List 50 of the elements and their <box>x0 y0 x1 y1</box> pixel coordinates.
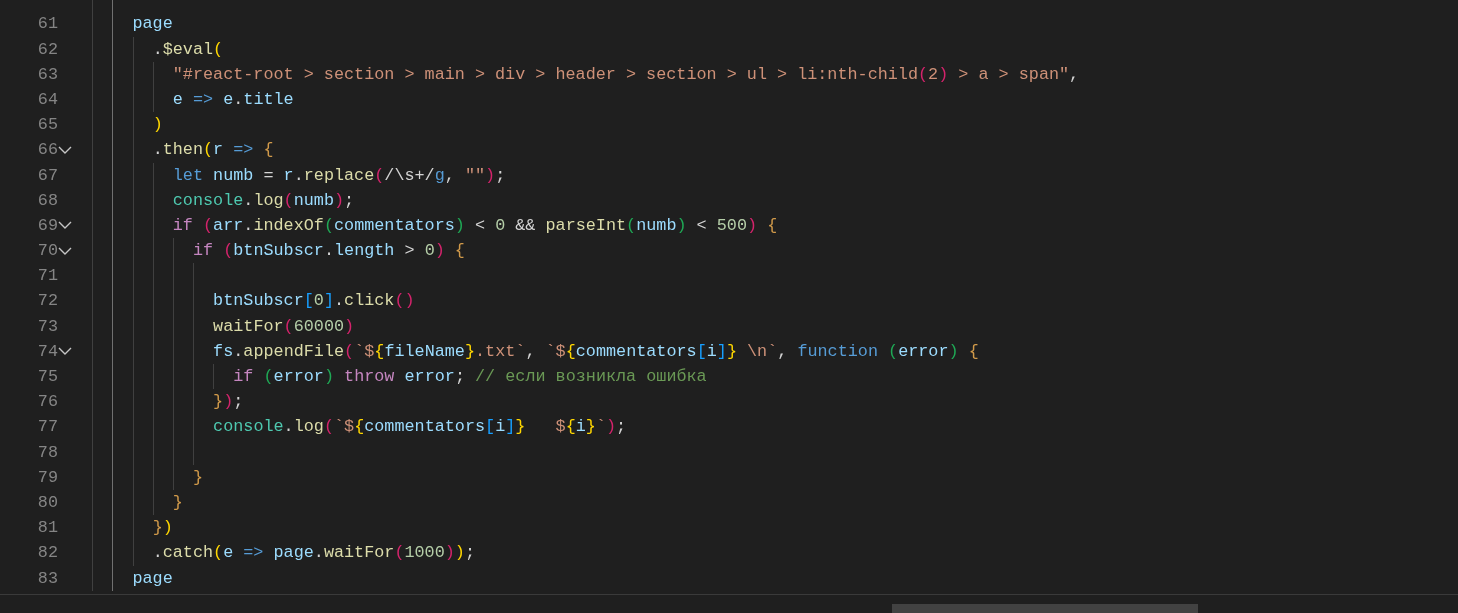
chevron-down-icon[interactable] <box>58 346 72 357</box>
code-line: if (arr.indexOf(commentators) < 0 && parseInt(numb) < 500) { <box>172 215 778 235</box>
indent-guide <box>213 364 215 390</box>
code-line: waitFor(60000) <box>213 316 355 336</box>
line-number: 82 <box>36 542 58 565</box>
code-line: .$eval( <box>152 39 224 59</box>
line-number: 77 <box>36 416 58 439</box>
line-number: 72 <box>36 290 58 313</box>
code-line: console.log(numb); <box>172 190 355 210</box>
code-line: if (btnSubscr.length > 0) { <box>192 241 465 261</box>
scrollbar-thumb[interactable] <box>892 604 1198 613</box>
code-line: ) <box>152 115 163 135</box>
line-number: 65 <box>36 114 58 137</box>
line-number: 73 <box>36 315 58 338</box>
line-number: 69 <box>36 214 58 237</box>
line-number: 64 <box>36 88 58 111</box>
line-number: 68 <box>36 189 58 212</box>
code-line: }) <box>152 518 173 538</box>
code-line: e => e.title <box>172 89 294 109</box>
line-number: 79 <box>36 466 58 489</box>
line-number: 61 <box>36 13 58 36</box>
line-number: 83 <box>36 567 58 590</box>
line-number: 70 <box>36 240 58 263</box>
code-line: page <box>132 14 173 34</box>
code-line: }); <box>213 392 244 412</box>
chevron-down-icon[interactable] <box>58 245 72 256</box>
line-number: 62 <box>36 38 58 61</box>
code-line: } <box>192 467 204 487</box>
code-line: page <box>132 568 173 588</box>
code-line: fs.appendFile(`${fileName}.txt`, `${commentators[i]} \n`, function (error) { <box>213 341 979 361</box>
chevron-down-icon[interactable] <box>58 220 72 231</box>
line-number: 80 <box>36 491 58 514</box>
code-line: if (error) throw error; // если возникла ошибка <box>233 367 707 386</box>
line-number: 71 <box>36 265 58 288</box>
code-line: console.log(`${commentators[i]} ${i}`); <box>213 417 627 437</box>
line-number: 75 <box>36 366 58 388</box>
code-line: .then(r => { <box>152 140 274 160</box>
line-number: 78 <box>36 441 58 464</box>
line-number: 67 <box>36 164 58 187</box>
code-line: let numb = r.replace(/\s+/g, ""); <box>172 165 506 185</box>
line-number: 76 <box>36 391 58 414</box>
line-number: 66 <box>36 139 58 162</box>
code-line: "#react-root > section > main > div > header > section > ul > li:nth-child(2) > a > span", <box>172 64 1080 84</box>
line-number: 81 <box>36 517 58 540</box>
code-line: } <box>172 492 183 512</box>
line-number: 63 <box>36 63 58 86</box>
code-line: .catch(e => page.waitFor(1000)); <box>152 543 475 563</box>
chevron-down-icon[interactable] <box>58 144 72 155</box>
code-line: btnSubscr[0].click() <box>213 291 415 311</box>
line-number: 74 <box>36 340 58 363</box>
